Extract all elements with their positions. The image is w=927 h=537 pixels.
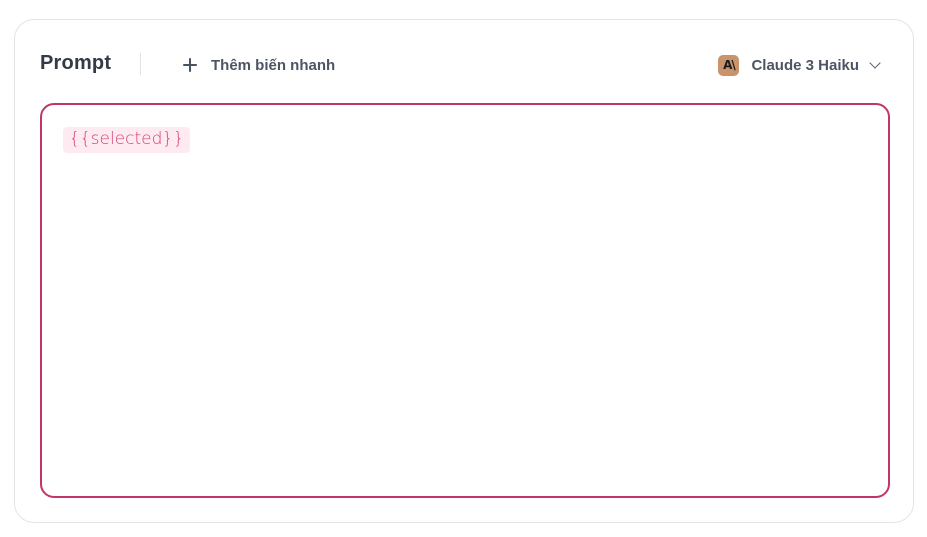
- add-quick-variable-label: Thêm biến nhanh: [211, 56, 336, 74]
- add-quick-variable-button[interactable]: Thêm biến nhanh: [183, 53, 335, 77]
- variable-chip[interactable]: {{selected}}: [63, 127, 191, 153]
- prompt-card: Prompt Thêm biến nhanh A\ Claude 3 Haiku…: [14, 19, 914, 523]
- model-selector[interactable]: A\ Claude 3 Haiku: [718, 53, 881, 77]
- anthropic-logo-icon: A\: [718, 54, 740, 76]
- page-title: Prompt: [40, 52, 112, 74]
- plus-icon: [183, 58, 197, 72]
- prompt-editor[interactable]: {{selected}}: [40, 103, 890, 498]
- header-divider: [140, 53, 141, 75]
- model-name: Claude 3 Haiku: [751, 56, 859, 74]
- chevron-down-icon: [869, 57, 881, 69]
- prompt-header: Prompt Thêm biến nhanh A\ Claude 3 Haiku: [15, 20, 913, 108]
